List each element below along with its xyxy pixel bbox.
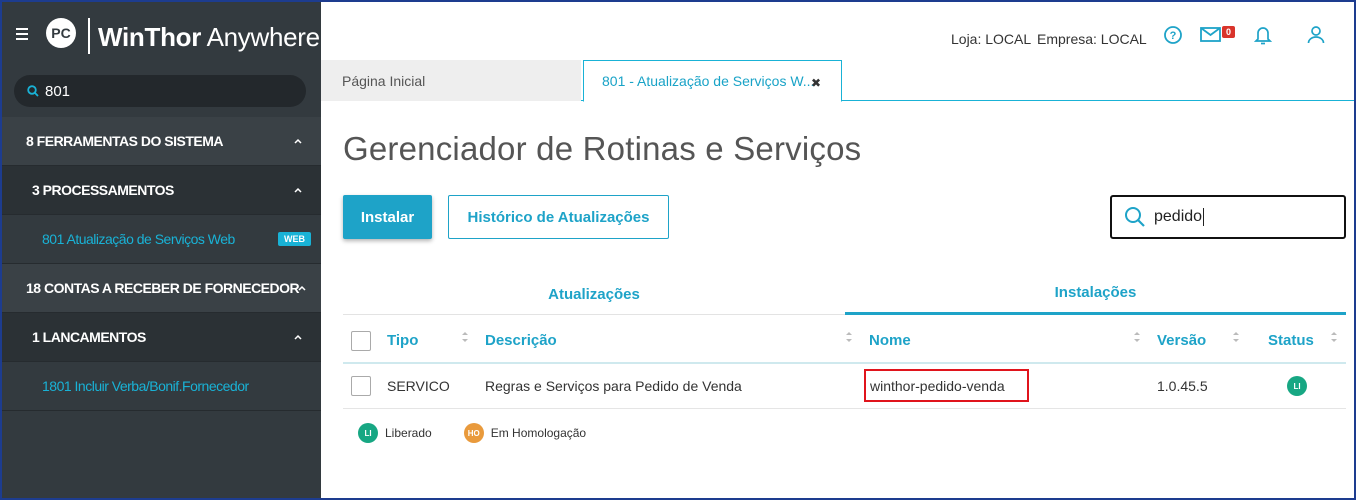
pc-logo: PC — [46, 18, 80, 54]
tab-801-atualizacao[interactable]: 801 - Atualização de Serviços W... ✖ — [583, 60, 842, 102]
sort-icon[interactable] — [1330, 331, 1338, 343]
table-row[interactable]: SERVICO Regras e Serviços para Pedido de… — [343, 364, 1346, 409]
close-tab-icon[interactable]: ✖ — [811, 76, 821, 90]
user-icon[interactable] — [1307, 25, 1325, 45]
chevron-up-icon — [294, 187, 302, 193]
sidebar-item-1801[interactable]: 1801 Incluir Verba/Bonif.Fornecedor — [2, 362, 321, 411]
legend-label-liberado: Liberado — [385, 426, 432, 440]
sort-icon[interactable] — [1133, 331, 1141, 343]
sidebar-search-value[interactable]: 801 — [45, 83, 70, 100]
sort-icon[interactable] — [845, 331, 853, 343]
cell-tipo: SERVICO — [387, 378, 450, 394]
mail-count-badge: 0 — [1222, 26, 1236, 38]
legend-dot-homologacao: HO — [463, 423, 484, 443]
sidebar-item-ferramentas[interactable]: 8 FERRAMENTAS DO SISTEMA — [2, 117, 321, 166]
sidebar-item-lancamentos[interactable]: 1 LANCAMENTOS — [2, 313, 321, 362]
legend-dot-liberado: LI — [358, 423, 378, 443]
install-button[interactable]: Instalar — [343, 195, 432, 239]
sidebar-item-contas-receber[interactable]: 18 CONTAS A RECEBER DE FORNECEDOR — [2, 264, 321, 313]
brand-header: PC WinThor Anywhere — [2, 2, 321, 70]
app-title: WinThor Anywhere — [98, 22, 320, 52]
mail-icon[interactable] — [1200, 27, 1222, 43]
tab-pagina-inicial[interactable]: Página Inicial — [321, 60, 581, 101]
empresa-label[interactable]: Empresa: LOCAL — [1037, 31, 1147, 47]
column-versao[interactable]: Versão — [1157, 332, 1206, 349]
sidebar-item-801[interactable]: 801 Atualização de Serviços Web WEB — [2, 215, 321, 264]
sidebar-search-input[interactable]: 801 — [14, 75, 306, 107]
column-descricao[interactable]: Descrição — [485, 332, 557, 349]
chevron-up-icon — [294, 138, 302, 144]
page-title: Gerenciador de Rotinas e Serviços — [343, 130, 862, 167]
chevron-up-icon — [294, 334, 302, 340]
bell-icon[interactable] — [1254, 25, 1272, 45]
column-status[interactable]: Status — [1268, 332, 1314, 349]
cell-nome: winthor-pedido-venda — [870, 378, 1005, 394]
cell-versao: 1.0.45.5 — [1157, 378, 1208, 394]
sidebar-menu: 8 FERRAMENTAS DO SISTEMA 3 PROCESSAMENTO… — [2, 117, 321, 411]
services-search-value[interactable]: pedido — [1154, 208, 1202, 226]
table-header: Tipo Descrição Nome Versão Status — [343, 316, 1346, 364]
svg-text:?: ? — [1170, 30, 1177, 42]
status-badge: LI — [1287, 376, 1307, 396]
subtab-bar: Atualizações Instalações — [343, 273, 1346, 315]
hamburger-menu-icon[interactable] — [16, 28, 28, 40]
update-history-button[interactable]: Histórico de Atualizações — [448, 195, 669, 239]
search-icon — [27, 85, 39, 97]
select-all-checkbox[interactable] — [351, 331, 371, 351]
services-search-input[interactable]: pedido — [1110, 195, 1346, 239]
tab-bar: Página Inicial 801 - Atualização de Serv… — [321, 60, 1354, 102]
column-nome[interactable]: Nome — [869, 332, 911, 349]
row-checkbox[interactable] — [351, 376, 371, 396]
sidebar: PC WinThor Anywhere 801 8 FERRAMENTAS DO… — [2, 2, 321, 498]
help-icon[interactable]: ? — [1163, 25, 1183, 45]
search-icon — [1125, 207, 1145, 227]
brand-divider — [88, 18, 90, 54]
chevron-up-icon — [298, 285, 306, 291]
web-badge: WEB — [278, 232, 311, 246]
subtab-atualizacoes[interactable]: Atualizações — [343, 273, 845, 315]
column-tipo[interactable]: Tipo — [387, 332, 418, 349]
sort-icon[interactable] — [461, 331, 469, 343]
cell-descricao: Regras e Serviços para Pedido de Venda — [485, 378, 742, 394]
sidebar-item-processamentos[interactable]: 3 PROCESSAMENTOS — [2, 166, 321, 215]
loja-label[interactable]: Loja: LOCAL — [951, 31, 1031, 47]
subtab-instalacoes[interactable]: Instalações — [845, 273, 1346, 315]
top-header: Loja: LOCAL Empresa: LOCAL ? 0 — [321, 2, 1354, 60]
legend-label-homologacao: Em Homologação — [490, 426, 587, 440]
app-frame: PC WinThor Anywhere 801 8 FERRAMENTAS DO… — [0, 0, 1356, 500]
sort-icon[interactable] — [1232, 331, 1240, 343]
text-caret — [1203, 208, 1205, 226]
status-legend: LI Liberado HO Em Homologação — [358, 422, 586, 444]
